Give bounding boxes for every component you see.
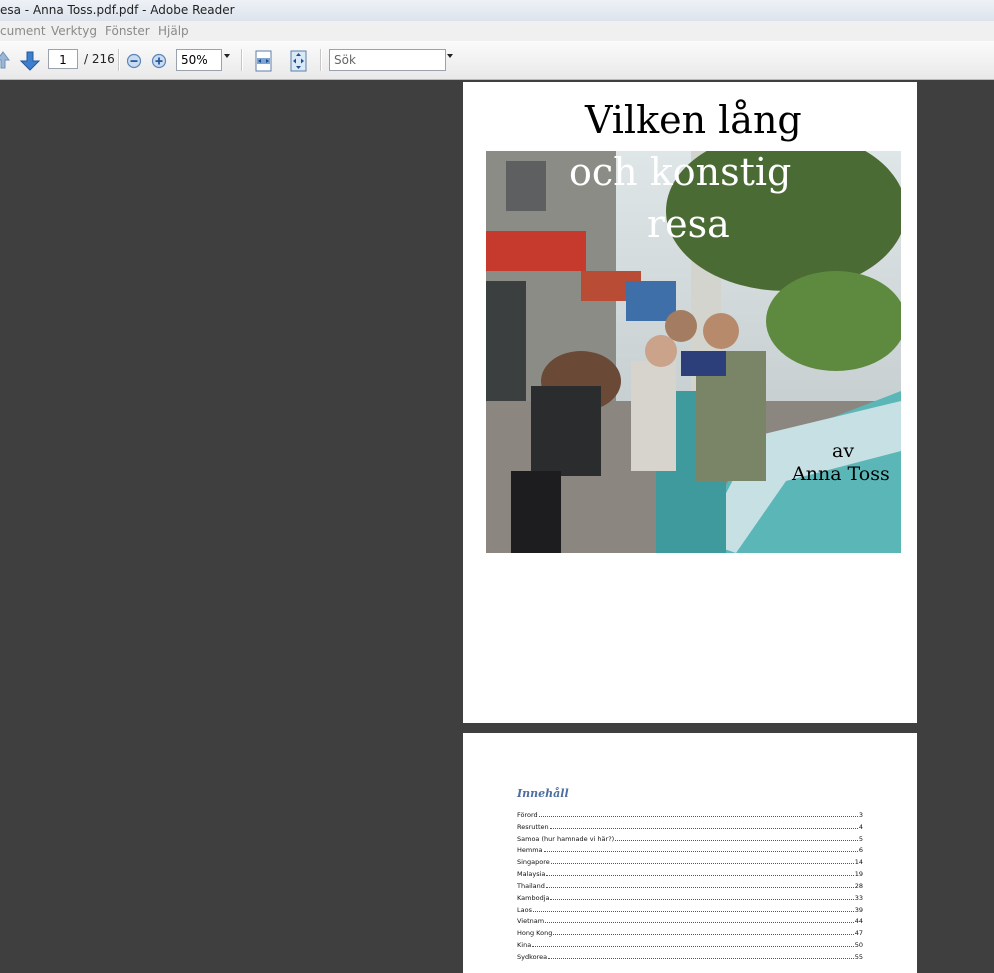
menu-tools[interactable]: Verktyg: [51, 24, 97, 38]
toc-entry[interactable]: Sydkorea 55: [517, 951, 863, 963]
toolbar: 1 / 216 50% Sök: [0, 41, 994, 80]
toc-entry[interactable]: Hemma 6: [517, 844, 863, 856]
cover-title-line-3: resa: [647, 202, 730, 246]
toc-entry[interactable]: Malaysia 19: [517, 868, 863, 880]
cover-by: av: [832, 440, 855, 462]
toc-entry[interactable]: Kina 50: [517, 939, 863, 951]
next-page-icon[interactable]: [19, 50, 41, 72]
previous-page-icon[interactable]: [0, 50, 10, 70]
pdf-page-contents: Innehåll Förord 3 Resrutten 4 Samoa (hur h…: [463, 733, 917, 973]
menu-bar: cument Verktyg Fönster Hjälp: [0, 21, 994, 41]
toc-heading: Innehåll: [517, 787, 569, 800]
zoom-dropdown-icon[interactable]: [224, 54, 230, 58]
zoom-level-field[interactable]: 50%: [176, 49, 222, 71]
fit-page-icon[interactable]: [289, 50, 309, 72]
toc-entry[interactable]: Kambodja 33: [517, 892, 863, 904]
toolbar-separator: [118, 49, 120, 71]
toc-entry[interactable]: Thailand 28: [517, 880, 863, 892]
zoom-out-icon[interactable]: [126, 53, 142, 69]
menu-help[interactable]: Hjälp: [158, 24, 189, 38]
toc-entry[interactable]: Vietnam 44: [517, 915, 863, 927]
toc-entry[interactable]: Singapore 14: [517, 856, 863, 868]
search-dropdown-icon[interactable]: [447, 54, 453, 58]
toc-entry[interactable]: Hong Kong 47: [517, 927, 863, 939]
cover-author: Anna Toss: [792, 463, 890, 485]
cover-title-line-2: och konstig: [569, 150, 792, 194]
toc-entry[interactable]: Resrutten 4: [517, 821, 863, 833]
zoom-in-icon[interactable]: [151, 53, 167, 69]
toolbar-separator: [241, 49, 243, 71]
fit-width-icon[interactable]: [254, 50, 274, 72]
menu-window[interactable]: Fönster: [105, 24, 150, 38]
search-input[interactable]: Sök: [329, 49, 446, 71]
pdf-page-cover: Vilken lång och konstig resa av Anna Tos…: [463, 82, 917, 723]
menu-document[interactable]: cument: [0, 24, 46, 38]
page-total: / 216: [84, 52, 115, 66]
cover-title-line-1: Vilken lång: [585, 98, 802, 142]
toc-entry[interactable]: Förord 3: [517, 809, 863, 821]
window-title-bar: esa - Anna Toss.pdf.pdf - Adobe Reader: [0, 0, 994, 22]
window-title: esa - Anna Toss.pdf.pdf - Adobe Reader: [0, 3, 235, 17]
toolbar-separator: [320, 49, 322, 71]
page-number-input[interactable]: 1: [48, 49, 78, 69]
